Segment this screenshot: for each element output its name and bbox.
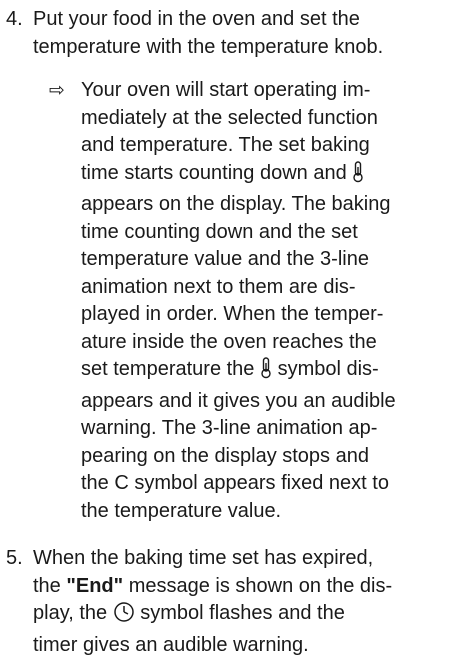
step-5-number: 5. <box>6 547 23 569</box>
result-line: temperature value and the 3-line <box>81 248 369 270</box>
result-line: set temperature the symbol dis- <box>81 356 461 388</box>
result-line: time counting down and the set <box>81 220 358 243</box>
result-line: the C symbol appears fixed next to <box>81 472 389 494</box>
step-5-line: timer gives an audible warning. <box>33 633 309 656</box>
result-line-text: set temperature the <box>81 358 255 380</box>
result-arrow-icon: ⇨ <box>49 80 65 101</box>
result-line-text: symbol dis- <box>277 358 379 380</box>
result-line: the temperature value. <box>81 499 282 522</box>
instruction-page: 4. Put your food in the oven and set the… <box>0 0 472 662</box>
result-line: appears on the display. The baking <box>81 193 391 215</box>
step-5-line-text: play, the <box>33 602 108 624</box>
result-line: Your oven will start operating im- <box>81 79 371 101</box>
end-message-label: "End" <box>66 574 124 597</box>
result-line: time starts counting down and <box>81 160 461 192</box>
step-5: 5. When the baking time set has expired,… <box>0 545 462 659</box>
step-4-number: 4. <box>6 8 23 30</box>
step-4-line: temperature with the temperature knob. <box>33 35 384 58</box>
step-4-text: Put your food in the oven and set the te… <box>33 6 463 61</box>
result-line: warning. The 3-line animation ap- <box>81 417 378 439</box>
step-5-text: When the baking time set has expired, th… <box>33 545 463 659</box>
result-line: and temperature. The set baking <box>81 134 370 156</box>
step-5-line-text: symbol flashes and the <box>140 602 345 624</box>
result-line: pearing on the display stops and <box>81 444 369 467</box>
step-5-line-text: message is shown on the dis- <box>128 574 393 597</box>
step-4-line: Put your food in the oven and set the <box>33 8 360 30</box>
result-line: ature inside the oven reaches the <box>81 330 377 353</box>
step-5-line-text: the <box>33 574 61 597</box>
thermometer-icon <box>352 160 364 192</box>
result-line: played in order. When the temper- <box>81 303 384 325</box>
step-5-line: the "End" message is shown on the dis- <box>33 573 463 601</box>
result-line-text: time starts counting down and <box>81 161 347 184</box>
step-4: 4. Put your food in the oven and set the… <box>0 6 462 61</box>
result-line: mediately at the selected function <box>81 106 378 129</box>
result-line: animation next to them are dis- <box>81 275 356 298</box>
step-4-result: ⇨ Your oven will start operating im- med… <box>49 77 461 525</box>
clock-icon <box>113 601 135 632</box>
step-5-line: play, the symbol flashes and the <box>33 600 463 632</box>
step-5-line: When the baking time set has expired, <box>33 547 374 569</box>
result-line: appears and it gives you an audible <box>81 389 396 412</box>
thermometer-icon <box>260 357 272 388</box>
